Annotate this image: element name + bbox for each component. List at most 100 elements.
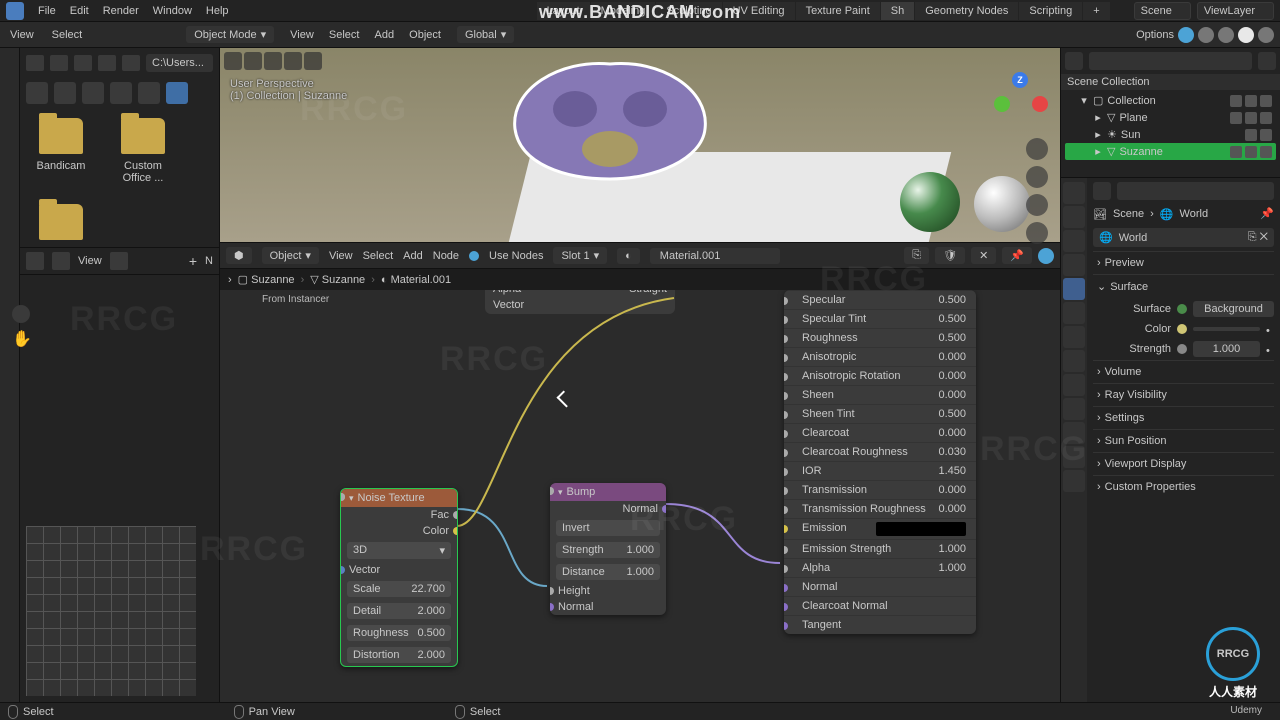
display-settings-icon[interactable] (138, 82, 160, 104)
image-canvas[interactable]: ✋ (20, 275, 219, 702)
hand-pan-icon[interactable]: ✋ (12, 329, 32, 349)
world-color-field[interactable] (1193, 327, 1260, 331)
noise-detail-field[interactable]: Detail2.000 (347, 603, 451, 619)
tab-object-icon[interactable] (1063, 302, 1085, 324)
noise-scale-field[interactable]: Scale22.700 (347, 581, 451, 597)
tab-output-icon[interactable] (1063, 206, 1085, 228)
node-menu-select[interactable]: Select (363, 250, 394, 262)
img-menu-view[interactable]: View (78, 255, 102, 267)
tab-world-icon[interactable] (1063, 278, 1085, 300)
navigation-gizmo[interactable]: Z (994, 72, 1048, 126)
section-custom[interactable]: Custom Properties (1093, 475, 1274, 498)
tab-texture-paint[interactable]: Texture Paint (796, 2, 880, 20)
image-new-button[interactable]: + (189, 253, 197, 269)
display-list-icon[interactable] (54, 82, 76, 104)
image-n-button[interactable]: N (205, 255, 213, 267)
sort-icon[interactable] (110, 82, 132, 104)
pin-icon[interactable]: 📌 (1260, 207, 1274, 221)
section-settings[interactable]: Settings (1093, 406, 1274, 429)
menu-file[interactable]: File (38, 5, 56, 17)
menu-edit[interactable]: Edit (70, 5, 89, 17)
slot-selector[interactable]: Slot 1▾ (553, 247, 607, 264)
tab-modeling[interactable]: Modeling (591, 2, 656, 20)
section-ray[interactable]: Ray Visibility (1093, 383, 1274, 406)
vp-menu-select[interactable]: Select (323, 27, 366, 43)
tab-geometry[interactable]: Geometry Nodes (915, 2, 1018, 20)
scene-field[interactable]: Scene (1134, 2, 1191, 20)
emission-color-swatch[interactable] (876, 522, 966, 536)
crumb-object[interactable]: ▢ Suzanne (238, 273, 295, 286)
up-icon[interactable] (74, 55, 92, 71)
persp-toggle-icon[interactable] (1026, 222, 1048, 244)
camera-icon[interactable] (1260, 95, 1272, 107)
zoom-icon[interactable] (12, 305, 30, 323)
tab-particles-icon[interactable] (1063, 350, 1085, 372)
editor-type-icon[interactable] (26, 252, 44, 270)
shading-wire-icon[interactable] (1198, 27, 1214, 43)
menu-help[interactable]: Help (206, 5, 229, 17)
tab-sculpting[interactable]: Sculpting (656, 2, 721, 20)
refresh-icon[interactable] (98, 55, 116, 71)
tool-select-box-icon[interactable] (244, 52, 262, 70)
pan-viewport-icon[interactable] (1026, 166, 1048, 188)
mat-unlink-icon[interactable]: ✕ (971, 247, 996, 264)
folder-item[interactable]: Custom Office ... (112, 118, 174, 184)
excl-checkbox-icon[interactable] (1230, 95, 1242, 107)
tool-cursor-icon[interactable] (224, 52, 242, 70)
gizmo-y-axis[interactable] (994, 96, 1010, 112)
image-node-partial[interactable]: AlphaStraight Vector (485, 290, 675, 314)
world-datablock-field[interactable]: 🌐World⎘ ✕ (1093, 228, 1274, 247)
menu-render[interactable]: Render (103, 5, 139, 17)
tab-uv[interactable]: UV Editing (723, 2, 795, 20)
tab-add[interactable]: + (1083, 2, 1109, 20)
shading-rendered-icon[interactable] (1258, 27, 1274, 43)
tab-shading[interactable]: Sh (881, 2, 914, 20)
vp-menu-object[interactable]: Object (403, 27, 447, 43)
material-name-field[interactable]: Material.001 (650, 248, 780, 264)
surface-shader-field[interactable]: Background (1193, 301, 1274, 317)
eye-icon[interactable] (1245, 129, 1257, 141)
camera-viewport-icon[interactable] (1026, 194, 1048, 216)
shading-material-icon[interactable] (1238, 27, 1254, 43)
eye-icon[interactable] (1245, 112, 1257, 124)
tab-constraints-icon[interactable] (1063, 398, 1085, 420)
scene-collection-row[interactable]: Scene Collection (1061, 74, 1280, 90)
bump-invert-toggle[interactable]: Invert (556, 520, 660, 536)
path-field[interactable]: C:\Users... (146, 54, 213, 72)
overlay-toggle-icon[interactable] (1178, 27, 1194, 43)
eye-icon[interactable] (1245, 146, 1257, 158)
display-thumb-icon[interactable] (82, 82, 104, 104)
node-bump[interactable]: Bump Normal Invert Strength1.000 Distanc… (550, 483, 666, 615)
tab-scripting[interactable]: Scripting (1019, 2, 1082, 20)
image-ham-icon[interactable] (110, 252, 128, 270)
folder-item[interactable] (30, 204, 92, 246)
tab-mesh-icon[interactable] (1063, 422, 1085, 444)
modifier-icon[interactable] (1230, 146, 1242, 158)
vp-menu-add[interactable]: Add (369, 27, 401, 43)
sun-row[interactable]: ▸☀Sun (1065, 126, 1276, 143)
zoom-viewport-icon[interactable] (1026, 138, 1048, 160)
section-preview[interactable]: Preview (1093, 251, 1274, 274)
crumb-mesh[interactable]: ▽ Suzanne (310, 273, 365, 286)
tool-select-lasso-icon[interactable] (284, 52, 302, 70)
tab-texture-icon[interactable] (1063, 470, 1085, 492)
tab-modifier-icon[interactable] (1063, 326, 1085, 348)
tab-material-icon[interactable] (1063, 446, 1085, 468)
vp-menu-view[interactable]: View (284, 27, 320, 43)
section-sunpos[interactable]: Sun Position (1093, 429, 1274, 452)
tool-transform-icon[interactable] (304, 52, 322, 70)
tab-render-icon[interactable] (1063, 182, 1085, 204)
section-surface[interactable]: Surface (1093, 274, 1274, 298)
node-noise-texture[interactable]: Noise Texture Fac Color 3D▾ Vector Scale… (340, 488, 458, 667)
material-browse-icon[interactable]: ◐ (617, 248, 640, 264)
camera-icon[interactable] (1260, 146, 1272, 158)
tool-select-circle-icon[interactable] (264, 52, 282, 70)
hdri-preview-sphere[interactable] (900, 172, 960, 232)
shading-solid-icon[interactable] (1218, 27, 1234, 43)
node-menu-view[interactable]: View (329, 250, 353, 262)
gizmo-x-axis[interactable] (1032, 96, 1048, 112)
modifier-icon[interactable] (1230, 112, 1242, 124)
section-vpdisplay[interactable]: Viewport Display (1093, 452, 1274, 475)
mat-users-icon[interactable]: ⎘ (904, 247, 929, 264)
crumb-material[interactable]: ◐ Material.001 (381, 274, 451, 286)
